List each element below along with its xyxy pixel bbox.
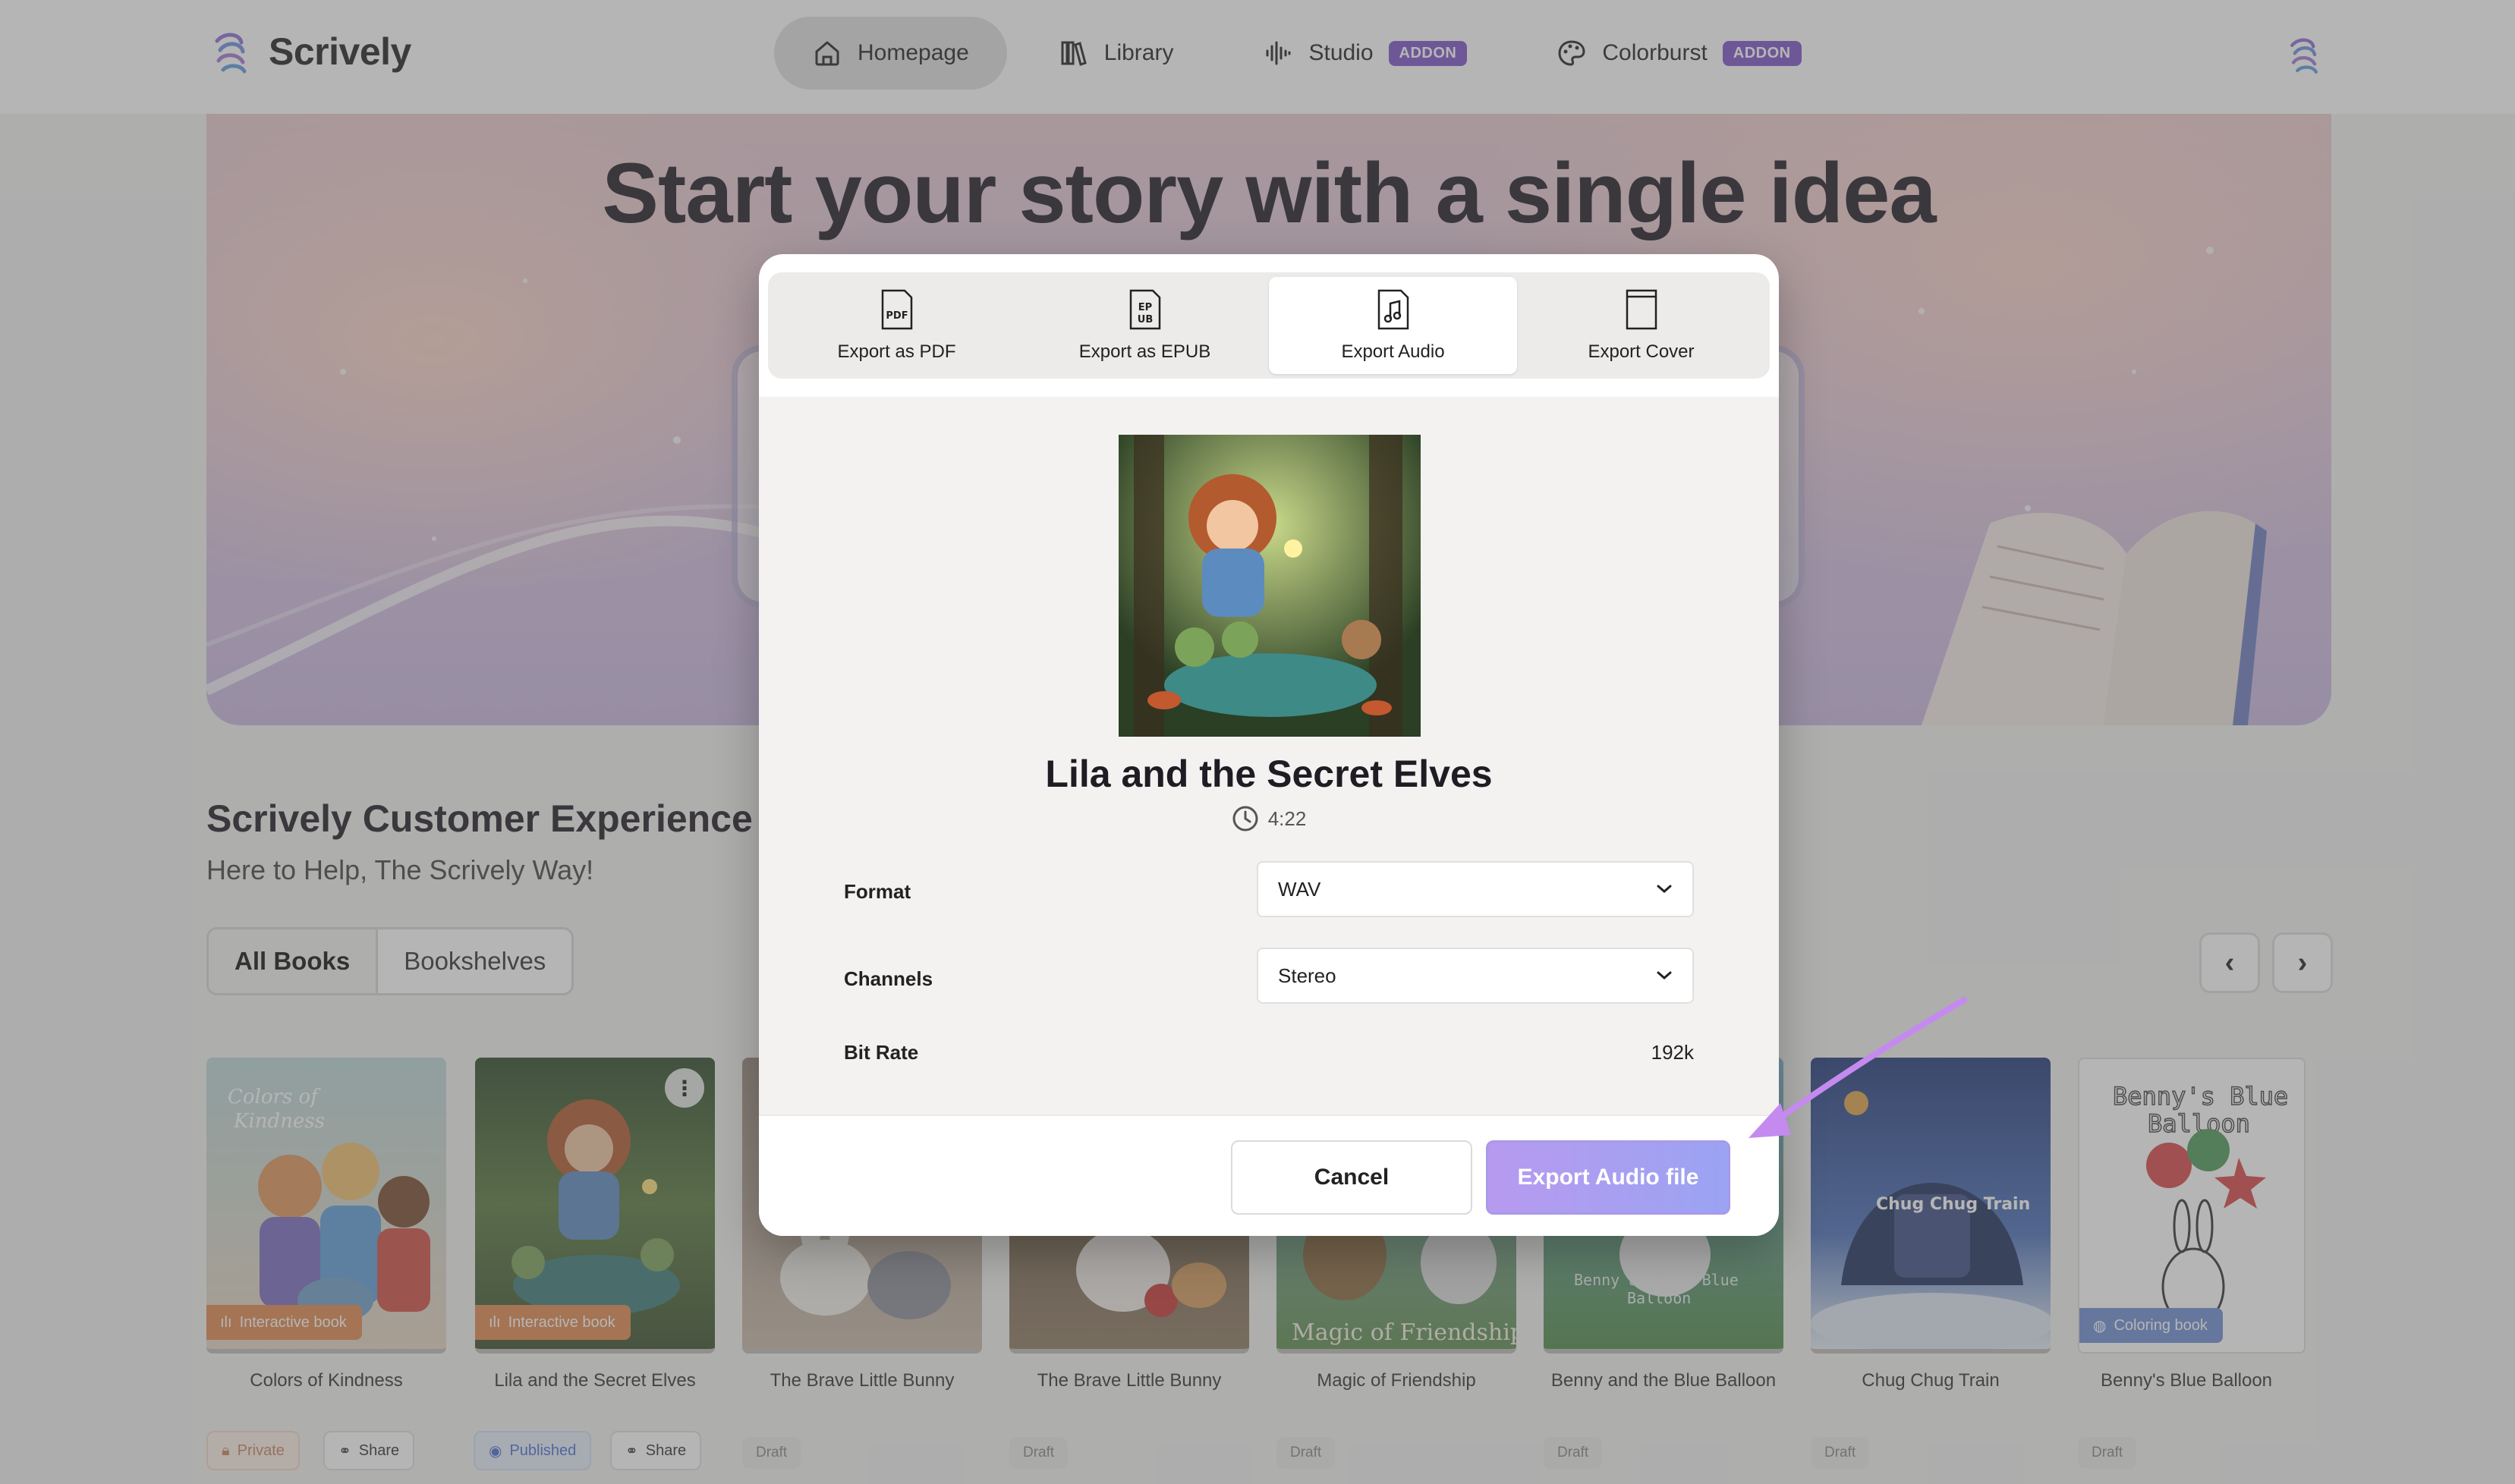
svg-text:PDF: PDF — [886, 310, 908, 322]
export-audio-file-button[interactable]: Export Audio file — [1486, 1140, 1730, 1215]
tab-export-cover[interactable]: Export Cover — [1517, 277, 1765, 374]
audio-file-icon — [1377, 289, 1409, 330]
export-modal: PDF Export as PDF EP UB Export as EPUB E… — [759, 254, 1779, 1236]
export-book-title: Lila and the Secret Elves — [1045, 753, 1493, 795]
tab-export-audio[interactable]: Export Audio — [1269, 277, 1517, 374]
tab-export-epub[interactable]: EP UB Export as EPUB — [1021, 277, 1269, 374]
bitrate-value: 192k — [1651, 1041, 1694, 1064]
channels-select[interactable]: Stereo — [1257, 948, 1694, 1004]
epub-file-icon: EP UB — [1129, 289, 1160, 330]
bitrate-label: Bit Rate — [844, 1041, 919, 1064]
tab-export-pdf[interactable]: PDF Export as PDF — [773, 277, 1021, 374]
format-label: Format — [844, 880, 911, 903]
audio-duration: 4:22 — [759, 805, 1779, 832]
modal-footer: Cancel Export Audio file — [759, 1115, 1779, 1236]
book-cover-art — [1119, 435, 1421, 737]
chevron-down-icon — [1657, 971, 1672, 979]
export-audio-panel: Lila and the Secret Elves 4:22 Format WA… — [759, 397, 1779, 1115]
format-select[interactable]: WAV — [1257, 861, 1694, 917]
chevron-down-icon — [1657, 885, 1672, 893]
cover-file-icon — [1626, 289, 1657, 330]
clock-icon — [1232, 806, 1258, 832]
svg-text:EP: EP — [1138, 302, 1151, 313]
channels-label: Channels — [844, 967, 933, 990]
export-tabs: PDF Export as PDF EP UB Export as EPUB E… — [768, 272, 1770, 379]
cancel-button[interactable]: Cancel — [1231, 1140, 1472, 1215]
pdf-file-icon: PDF — [881, 289, 912, 330]
svg-text:UB: UB — [1137, 314, 1152, 325]
book-cover-image — [1119, 435, 1421, 737]
